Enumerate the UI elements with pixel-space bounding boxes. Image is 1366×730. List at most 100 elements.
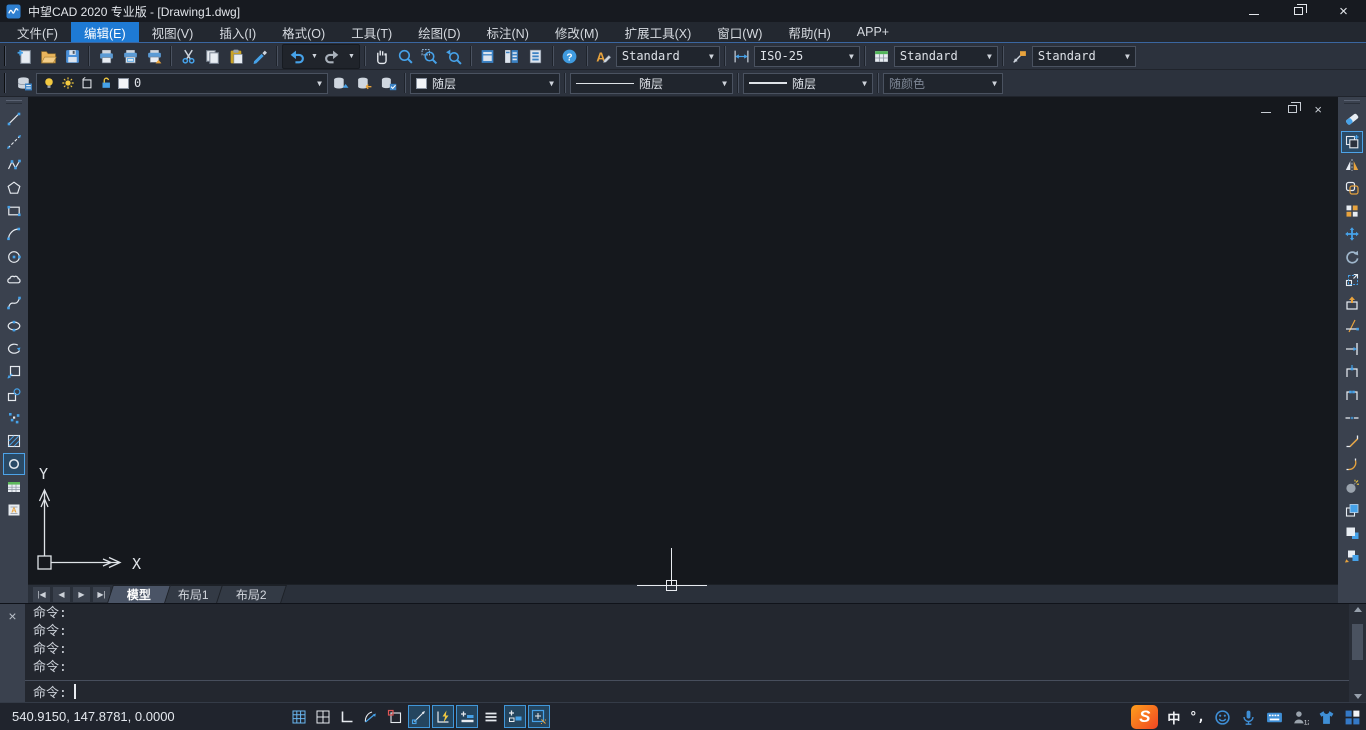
model-space-toggle[interactable]: [480, 705, 502, 728]
dynamic-input-toggle[interactable]: [432, 705, 454, 728]
move-tool[interactable]: [1341, 223, 1363, 245]
layer-properties-button[interactable]: [12, 71, 36, 95]
revision-cloud-tool[interactable]: [3, 269, 25, 291]
skin-icon[interactable]: 12: [1292, 709, 1309, 726]
design-center-button[interactable]: [500, 44, 524, 68]
ellipse-tool[interactable]: [3, 315, 25, 337]
break-tool[interactable]: [1341, 384, 1363, 406]
line-tool[interactable]: [3, 108, 25, 130]
point-tool[interactable]: [3, 407, 25, 429]
circle-tool[interactable]: [3, 246, 25, 268]
punctuation-indicator[interactable]: °,: [1189, 710, 1205, 725]
menu-item-help[interactable]: 帮助(H): [775, 22, 843, 42]
redo-button[interactable]: [321, 44, 345, 68]
extend-tool[interactable]: [1341, 338, 1363, 360]
sogou-logo-icon[interactable]: S: [1131, 705, 1158, 729]
mleader-style-icon[interactable]: [1008, 44, 1032, 68]
text-style-combo[interactable]: Standard▼: [616, 46, 720, 67]
dim-style-icon[interactable]: [730, 44, 754, 68]
grid-toggle[interactable]: [288, 705, 310, 728]
ortho-toggle[interactable]: [336, 705, 358, 728]
open-button[interactable]: [36, 44, 60, 68]
zoom-previous-button[interactable]: [442, 44, 466, 68]
copy-tool[interactable]: [1341, 131, 1363, 153]
menu-item-express[interactable]: 扩展工具(X): [612, 22, 705, 42]
scroll-up-icon[interactable]: [1354, 607, 1362, 612]
doc-minimize-button[interactable]: [1261, 112, 1271, 113]
table-style-combo[interactable]: Standard▼: [894, 46, 998, 67]
clothes-icon[interactable]: [1318, 709, 1335, 726]
menu-item-format[interactable]: 格式(O): [269, 22, 338, 42]
toolbox-icon[interactable]: [1344, 709, 1361, 726]
help-button[interactable]: ?: [558, 44, 582, 68]
polyline-tool[interactable]: [3, 154, 25, 176]
layer-previous-button[interactable]: [352, 71, 376, 95]
mtext-tool[interactable]: A: [3, 499, 25, 521]
hatch-tool[interactable]: [3, 430, 25, 452]
layout-tab-model[interactable]: 模型: [107, 585, 171, 603]
voice-input-icon[interactable]: [1240, 709, 1257, 726]
draw-order-tool[interactable]: [1341, 545, 1363, 567]
menu-item-view[interactable]: 视图(V): [139, 22, 207, 42]
menu-item-modify[interactable]: 修改(M): [542, 22, 612, 42]
array-tool[interactable]: [1341, 200, 1363, 222]
scroll-down-icon[interactable]: [1354, 694, 1362, 699]
doc-close-button[interactable]: ×: [1314, 103, 1322, 116]
save-button[interactable]: [60, 44, 84, 68]
polar-toggle[interactable]: [360, 705, 382, 728]
lineweight-toggle[interactable]: [456, 705, 478, 728]
spline-tool[interactable]: [3, 292, 25, 314]
annotation-scale-toggle[interactable]: [528, 705, 550, 728]
menu-item-app-plus[interactable]: APP+: [844, 22, 902, 42]
make-object-layer-current-button[interactable]: [328, 71, 352, 95]
polygon-tool[interactable]: [3, 177, 25, 199]
table-tool[interactable]: [3, 476, 25, 498]
properties-button[interactable]: [476, 44, 500, 68]
send-to-back-tool[interactable]: [1341, 522, 1363, 544]
command-input[interactable]: 命令:: [33, 681, 1349, 702]
cut-button[interactable]: [176, 44, 200, 68]
layer-combo[interactable]: 0▼: [36, 73, 328, 94]
paste-button[interactable]: [224, 44, 248, 68]
minimize-button[interactable]: [1231, 0, 1276, 22]
lineweight-combo[interactable]: 随层▼: [743, 73, 873, 94]
menu-item-file[interactable]: 文件(F): [4, 22, 71, 42]
mirror-tool[interactable]: [1341, 154, 1363, 176]
undo-dropdown-icon[interactable]: ▼: [308, 53, 321, 60]
layer-states-manager-button[interactable]: [376, 71, 400, 95]
zoom-window-button[interactable]: [418, 44, 442, 68]
scale-tool[interactable]: [1341, 269, 1363, 291]
menu-item-edit[interactable]: 编辑(E): [71, 22, 139, 42]
region-tool[interactable]: [3, 453, 25, 475]
color-combo[interactable]: 随层▼: [410, 73, 560, 94]
object-snap-toggle[interactable]: [384, 705, 406, 728]
prev-tab-button[interactable]: ◀: [53, 587, 70, 602]
match-properties-button[interactable]: [248, 44, 272, 68]
text-style-icon[interactable]: A: [592, 44, 616, 68]
offset-tool[interactable]: [1341, 177, 1363, 199]
menu-item-window[interactable]: 窗口(W): [704, 22, 775, 42]
print-preview-button[interactable]: [118, 44, 142, 68]
menu-item-insert[interactable]: 插入(I): [206, 22, 269, 42]
first-tab-button[interactable]: |◀: [33, 587, 50, 602]
table-style-icon[interactable]: [870, 44, 894, 68]
bring-to-front-tool[interactable]: [1341, 499, 1363, 521]
snap-toggle[interactable]: [312, 705, 334, 728]
explode-tool[interactable]: [1341, 476, 1363, 498]
join-tool[interactable]: [1341, 407, 1363, 429]
command-scrollbar[interactable]: [1349, 604, 1366, 702]
menu-item-dimension[interactable]: 标注(N): [474, 22, 542, 42]
layout-tab-layout2[interactable]: 布局2: [216, 585, 287, 603]
chinese-mode-indicator[interactable]: 中: [1167, 708, 1180, 727]
menu-item-draw[interactable]: 绘图(D): [405, 22, 473, 42]
object-track-toggle[interactable]: [408, 705, 430, 728]
ellipse-arc-tool[interactable]: [3, 338, 25, 360]
drawing-canvas[interactable]: × Y X |◀ ◀ ▶: [28, 97, 1338, 603]
rectangle-tool[interactable]: [3, 200, 25, 222]
tool-palettes-button[interactable]: [524, 44, 548, 68]
trim-tool[interactable]: [1341, 315, 1363, 337]
arc-tool[interactable]: [3, 223, 25, 245]
rotate-tool[interactable]: [1341, 246, 1363, 268]
soft-keyboard-icon[interactable]: [1266, 709, 1283, 726]
command-history[interactable]: 命令: 命令: 命令: 命令: 命令:: [25, 604, 1349, 702]
